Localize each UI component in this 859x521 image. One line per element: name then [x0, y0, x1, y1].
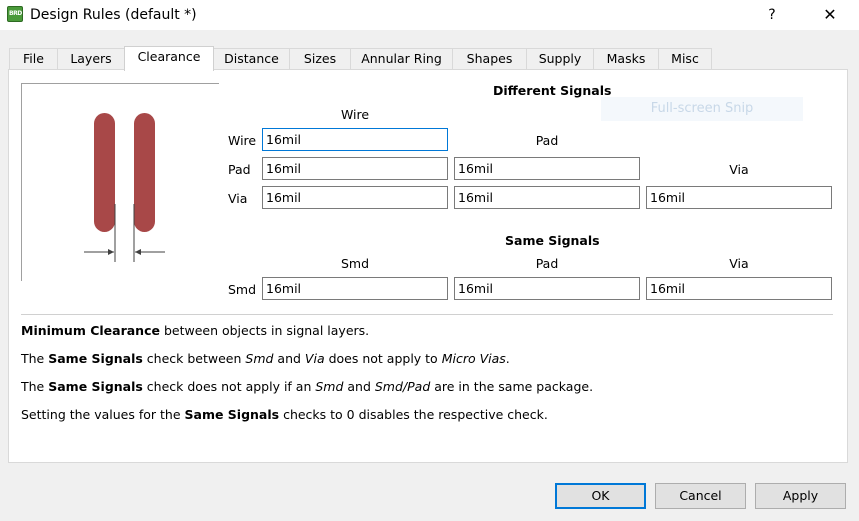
tab-sizes[interactable]: Sizes: [289, 48, 351, 69]
col-header-pad: Pad: [535, 133, 559, 148]
tab-masks[interactable]: Masks: [593, 48, 659, 69]
different-signals-heading: Different Signals: [493, 83, 612, 98]
close-button[interactable]: ✕: [813, 4, 847, 26]
col-header-via: Via: [729, 162, 749, 177]
apply-button[interactable]: Apply: [755, 483, 846, 509]
tab-misc[interactable]: Misc: [658, 48, 712, 69]
tab-clearance[interactable]: Clearance: [124, 46, 214, 71]
same-col-header-via: Via: [729, 256, 749, 271]
same-col-header-pad: Pad: [535, 256, 559, 271]
via-pad-input[interactable]: [454, 186, 640, 209]
row-label-via: Via: [228, 191, 248, 206]
smd-smd-input[interactable]: [262, 277, 448, 300]
tab-supply[interactable]: Supply: [526, 48, 594, 69]
info-line-2: The Same Signals check between Smd and V…: [21, 351, 510, 366]
tab-distance[interactable]: Distance: [213, 48, 290, 69]
row-label-smd: Smd: [228, 282, 257, 297]
pad-pad-input[interactable]: [454, 157, 640, 180]
row-label-wire: Wire: [228, 133, 257, 148]
via-via-input[interactable]: [646, 186, 832, 209]
via-wire-input[interactable]: [262, 186, 448, 209]
info-line-3: The Same Signals check does not apply if…: [21, 379, 594, 394]
cancel-button[interactable]: Cancel: [655, 483, 746, 509]
tab-file[interactable]: File: [9, 48, 58, 69]
wire-trace-left: [94, 113, 115, 232]
wire-clearance-diagram: [84, 113, 165, 262]
smd-pad-input[interactable]: [454, 277, 640, 300]
pad-wire-input[interactable]: [262, 157, 448, 180]
window-title: Design Rules (default *): [30, 7, 197, 23]
smd-via-input[interactable]: [646, 277, 832, 300]
snip-overlay: Full-screen Snip: [601, 97, 803, 121]
tab-annular-ring[interactable]: Annular Ring: [350, 48, 453, 69]
same-signals-heading: Same Signals: [505, 233, 600, 248]
wire-wire-input[interactable]: [262, 128, 448, 151]
info-line-1: Minimum Clearance between objects in sig…: [21, 323, 370, 338]
row-label-pad: Pad: [228, 162, 251, 177]
ok-button[interactable]: OK: [555, 483, 646, 509]
help-button[interactable]: ?: [757, 4, 787, 26]
same-col-header-smd: Smd: [340, 256, 370, 271]
col-header-wire: Wire: [340, 107, 370, 122]
tab-layers[interactable]: Layers: [57, 48, 125, 69]
tab-shapes[interactable]: Shapes: [452, 48, 527, 69]
divider: [21, 314, 833, 315]
clearance-illustration: [21, 83, 219, 281]
app-icon-text: BRD: [9, 10, 22, 17]
wire-trace-right: [134, 113, 155, 232]
info-line-4: Setting the values for the Same Signals …: [21, 407, 548, 422]
app-icon: BRD: [7, 6, 23, 22]
